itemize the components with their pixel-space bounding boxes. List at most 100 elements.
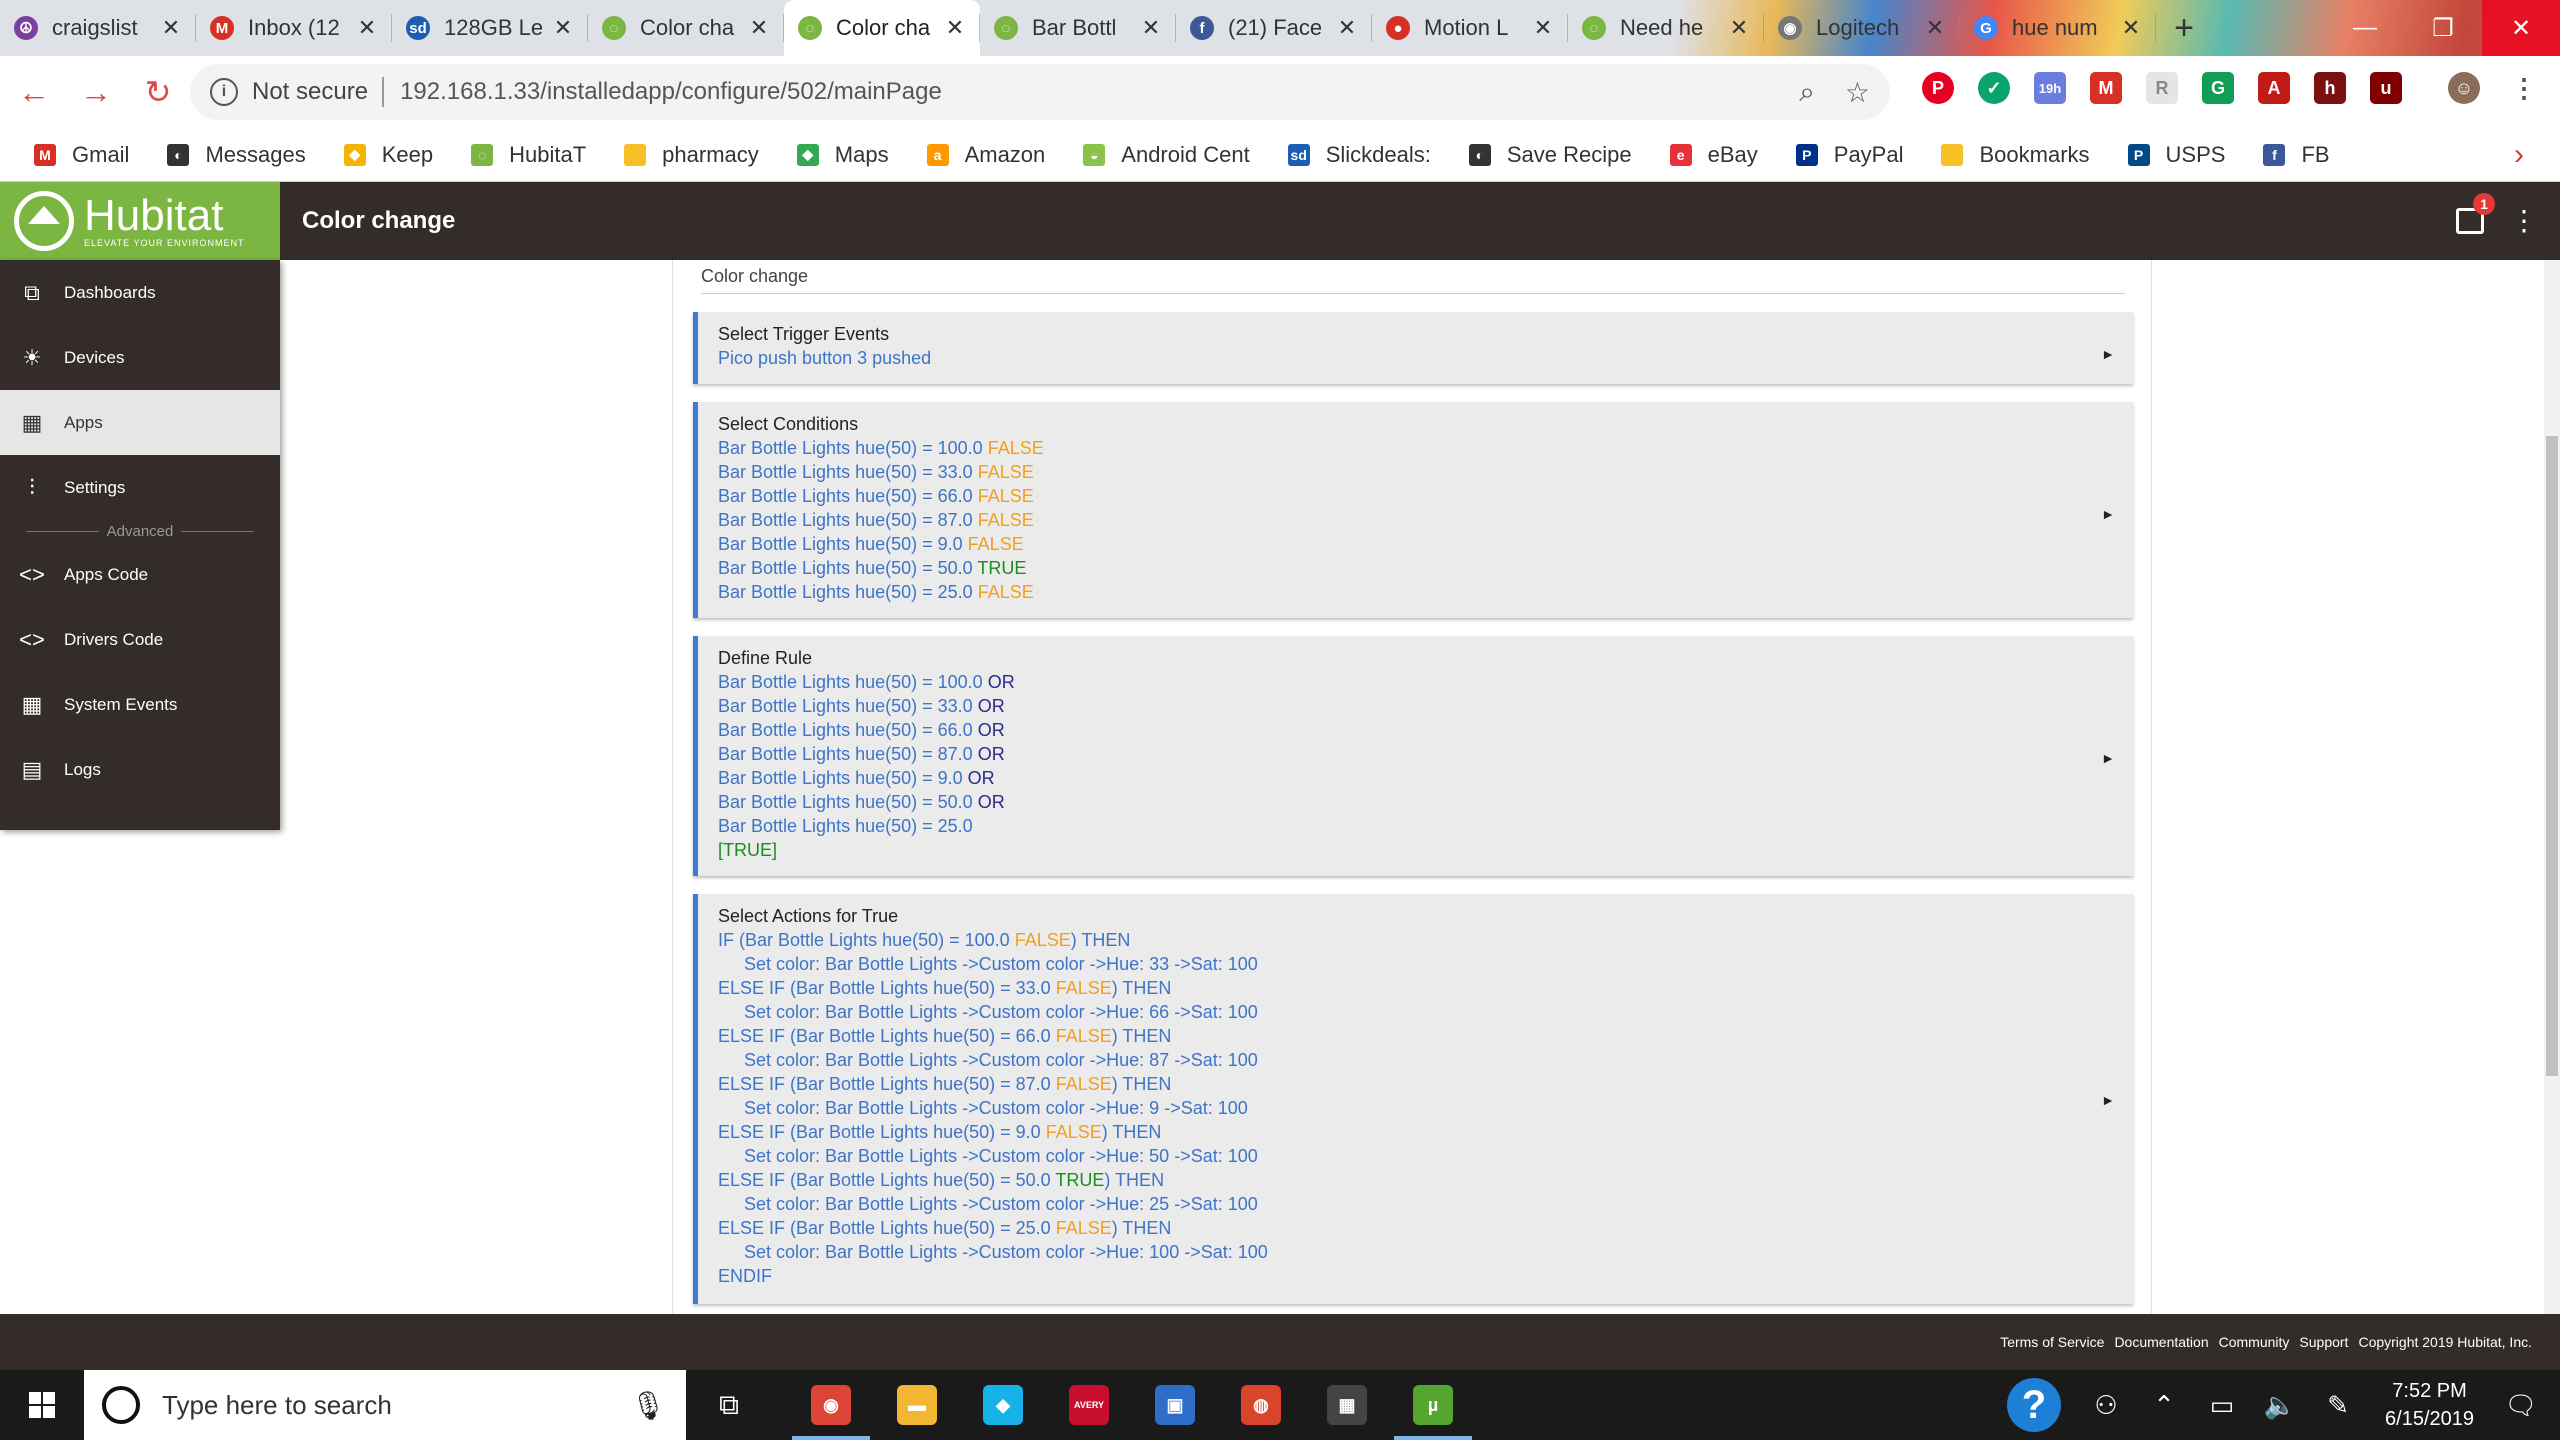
close-tab-icon[interactable]: ✕ (552, 15, 574, 41)
actions-section[interactable]: Select Actions for True IF (Bar Bottle L… (693, 894, 2133, 1304)
close-tab-icon[interactable]: ✕ (1924, 15, 1946, 41)
address-bar[interactable]: i Not secure 192.168.1.33/installedapp/c… (190, 64, 1890, 120)
task-view-button[interactable]: ⧉ (686, 1370, 772, 1440)
close-tab-icon[interactable]: ✕ (2120, 15, 2142, 41)
sidebar-item-logs[interactable]: ▤ Logs (0, 737, 280, 802)
browser-tab[interactable]: ◌ Need he ✕ (1568, 0, 1764, 56)
browser-tab[interactable]: ◌ Bar Bottl ✕ (980, 0, 1176, 56)
bookmark-item[interactable]: pharmacy (624, 142, 759, 168)
footer-link[interactable]: Community (2219, 1334, 2290, 1350)
bookmark-item[interactable]: P USPS (2127, 142, 2225, 168)
browser-tab[interactable]: ◌ Color cha ✕ (784, 0, 980, 56)
close-tab-icon[interactable]: ✕ (1336, 15, 1358, 41)
taskbar-app-avery[interactable]: AVERY (1046, 1370, 1132, 1440)
bookmark-item[interactable]: P PayPal (1795, 142, 1903, 168)
taskbar-app-chrome[interactable]: ◉ (788, 1370, 874, 1440)
close-tab-icon[interactable]: ✕ (748, 15, 770, 41)
bookmark-item[interactable]: ◐ Messages (167, 142, 306, 168)
bookmark-item[interactable]: e eBay (1669, 142, 1758, 168)
close-tab-icon[interactable]: ✕ (160, 15, 182, 41)
bookmark-item[interactable]: ◐ Save Recipe (1468, 142, 1632, 168)
bookmark-item[interactable]: ◌ HubitaT (471, 142, 586, 168)
calendar-extension-icon[interactable]: 19h (2034, 72, 2066, 104)
extension-icon[interactable]: h (2314, 72, 2346, 104)
chrome-menu-icon[interactable]: ⋮ (2508, 72, 2540, 104)
help-icon[interactable]: ? (2007, 1378, 2062, 1432)
bookmark-item[interactable]: a Amazon (926, 142, 1045, 168)
minimize-button[interactable]: — (2326, 0, 2404, 56)
taskbar-app-game[interactable]: ◍ (1218, 1370, 1304, 1440)
pdf-extension-icon[interactable]: A (2258, 72, 2290, 104)
hubitat-logo[interactable]: Hubitat ELEVATE YOUR ENVIRONMENT (0, 182, 280, 260)
extension-icon[interactable]: G (2202, 72, 2234, 104)
close-tab-icon[interactable]: ✕ (1532, 15, 1554, 41)
taskbar-search[interactable]: Type here to search 🎙 (84, 1370, 686, 1440)
show-hidden-icons-chevron-icon[interactable]: ⌃ (2135, 1390, 2193, 1421)
browser-tab[interactable]: ● Motion L ✕ (1372, 0, 1568, 56)
extension-icon[interactable]: R (2146, 72, 2178, 104)
close-tab-icon[interactable]: ✕ (1140, 15, 1162, 41)
browser-tab[interactable]: ◌ Color cha ✕ (588, 0, 784, 56)
browser-tab[interactable]: Ghue num ✕ (1960, 0, 2156, 56)
browser-tab[interactable]: ☮ craigslist ✕ (0, 0, 196, 56)
url-text[interactable]: 192.168.1.33/installedapp/configure/502/… (400, 78, 942, 106)
more-menu-icon[interactable]: ⋮ (2510, 204, 2538, 237)
profile-avatar[interactable]: ☺ (2448, 72, 2480, 104)
forward-button[interactable]: → (68, 64, 124, 120)
close-tab-icon[interactable]: ✕ (356, 15, 378, 41)
maximize-button[interactable]: ❐ (2404, 0, 2482, 56)
bookmark-item[interactable]: f FB (2263, 142, 2330, 168)
notifications-icon[interactable]: 1 (2456, 192, 2495, 234)
action-center-icon[interactable]: 🗨 (2492, 1390, 2550, 1421)
clock[interactable]: 7:52 PM 6/15/2019 (2367, 1377, 2492, 1433)
scrollbar-thumb[interactable] (2546, 436, 2558, 1076)
more-bookmarks-chevron-icon[interactable]: › (2514, 138, 2524, 172)
close-tab-icon[interactable]: ✕ (944, 15, 966, 41)
gmail-extension-icon[interactable]: M (2090, 72, 2122, 104)
close-tab-icon[interactable]: ✕ (1728, 15, 1750, 41)
sidebar-item-apps[interactable]: ▦ Apps (0, 390, 280, 455)
bookmark-item[interactable]: ◒ Android Cent (1083, 142, 1250, 168)
define-rule-section[interactable]: Define Rule Bar Bottle Lights hue(50) = … (693, 636, 2133, 876)
ublock-extension-icon[interactable]: u (2370, 72, 2402, 104)
sidebar-item-dashboards[interactable]: ⧉ Dashboards (0, 260, 280, 325)
footer-link[interactable]: Documentation (2114, 1334, 2208, 1350)
conditions-section[interactable]: Select Conditions Bar Bottle Lights hue(… (693, 402, 2133, 618)
sidebar-item-drivers-code[interactable]: <> Drivers Code (0, 607, 280, 672)
zoom-icon[interactable]: ⌕ (1799, 76, 1815, 109)
footer-link[interactable]: Copyright 2019 Hubitat, Inc. (2358, 1334, 2532, 1350)
extension-icon[interactable]: ✓ (1978, 72, 2010, 104)
bookmark-item[interactable]: sd Slickdeals: (1287, 142, 1431, 168)
pen-icon[interactable]: ✎ (2309, 1390, 2367, 1421)
reload-button[interactable]: ↻ (130, 64, 186, 120)
scrollbar[interactable] (2544, 260, 2560, 1314)
bookmark-item[interactable]: M Gmail (34, 142, 129, 168)
microphone-icon[interactable]: 🎙 (630, 1389, 666, 1422)
browser-tab[interactable]: ◉ Logitech ✕ (1764, 0, 1960, 56)
expand-arrow-icon[interactable]: ► (2101, 1088, 2115, 1112)
taskbar-app-network[interactable]: ▣ (1132, 1370, 1218, 1440)
expand-arrow-icon[interactable]: ► (2101, 342, 2115, 366)
sidebar-item-settings[interactable]: ⫶ Settings (0, 455, 280, 520)
start-button[interactable] (0, 1370, 84, 1440)
footer-link[interactable]: Terms of Service (2000, 1334, 2104, 1350)
people-icon[interactable]: ⚇ (2077, 1390, 2135, 1421)
bookmark-item[interactable]: ◆ Maps (796, 142, 889, 168)
bookmark-star-icon[interactable]: ☆ (1845, 76, 1870, 109)
taskbar-app-utorrent[interactable]: µ (1390, 1370, 1476, 1440)
expand-arrow-icon[interactable]: ► (2101, 502, 2115, 526)
browser-tab[interactable]: sd 128GB Le ✕ (392, 0, 588, 56)
bookmark-item[interactable]: Bookmarks (1941, 142, 2090, 168)
info-icon[interactable]: i (210, 78, 238, 106)
expand-arrow-icon[interactable]: ► (2101, 746, 2115, 770)
sidebar-item-system-events[interactable]: ▦ System Events (0, 672, 280, 737)
taskbar-app-calculator[interactable]: ▦ (1304, 1370, 1390, 1440)
sidebar-item-devices[interactable]: ☀ Devices (0, 325, 280, 390)
trigger-events-section[interactable]: Select Trigger Events Pico push button 3… (693, 312, 2133, 384)
browser-tab[interactable]: M Inbox (12 ✕ (196, 0, 392, 56)
pinterest-extension-icon[interactable]: P (1922, 72, 1954, 104)
sidebar-item-apps-code[interactable]: <> Apps Code (0, 542, 280, 607)
volume-icon[interactable]: 🔈 (2251, 1390, 2309, 1421)
footer-link[interactable]: Support (2299, 1334, 2348, 1350)
taskbar-app-file-explorer[interactable]: ▬ (874, 1370, 960, 1440)
